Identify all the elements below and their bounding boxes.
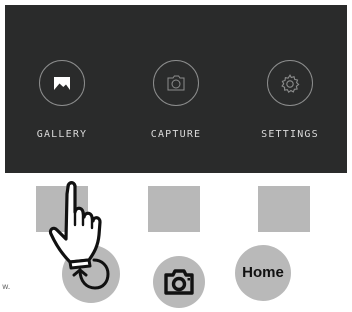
- hand-pointer-icon: [46, 176, 104, 270]
- camera-icon: [164, 269, 194, 295]
- capture-label: CAPTURE: [150, 129, 202, 140]
- capture-button-ring: [153, 60, 199, 106]
- gallery-menu-item[interactable]: GALLERY: [5, 5, 119, 173]
- settings-label: SETTINGS: [261, 129, 319, 140]
- camera-button[interactable]: [153, 256, 205, 308]
- settings-button-ring: [267, 60, 313, 106]
- home-button[interactable]: Home: [235, 245, 291, 301]
- image-icon: [54, 77, 70, 90]
- gear-icon: [281, 74, 300, 94]
- home-label: Home: [242, 264, 284, 281]
- side-text-fragment: w.: [2, 282, 11, 291]
- placeholder-tile: [258, 186, 310, 232]
- app-screen: GALLERY CAPTURE SETTINGS Home w.: [0, 0, 352, 312]
- placeholder-tile: [148, 186, 200, 232]
- settings-menu-item[interactable]: SETTINGS: [233, 5, 347, 173]
- capture-menu-item[interactable]: CAPTURE: [119, 5, 233, 173]
- camera-icon: [167, 75, 185, 91]
- gallery-label: GALLERY: [36, 129, 88, 140]
- main-menu-panel: GALLERY CAPTURE SETTINGS: [5, 5, 347, 173]
- gallery-button-ring: [39, 60, 85, 106]
